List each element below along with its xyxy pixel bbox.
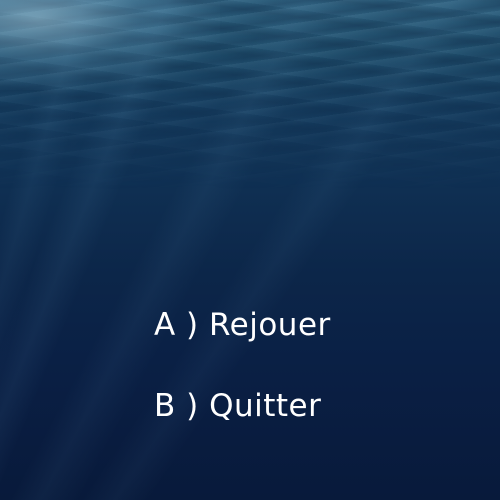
game-over-menu: A ) Rejouer B ) Quitter	[0, 0, 500, 500]
quit-option[interactable]: B ) Quitter	[154, 388, 321, 424]
replay-option[interactable]: A ) Rejouer	[154, 307, 331, 343]
underwater-background: A ) Rejouer B ) Quitter	[0, 0, 500, 500]
